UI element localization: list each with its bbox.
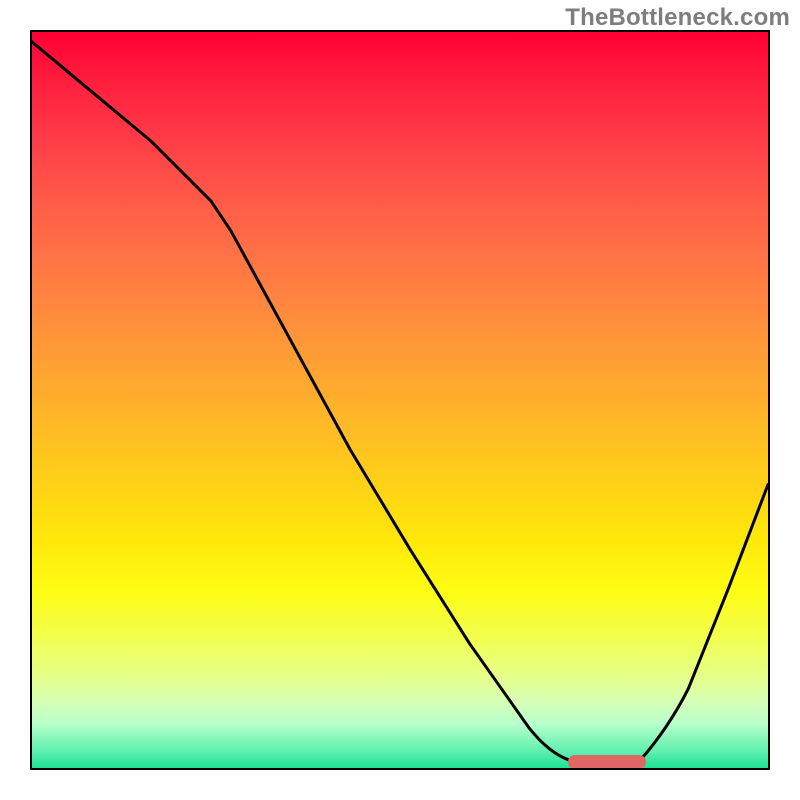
stage: TheBottleneck.com <box>0 0 800 800</box>
curve-path <box>32 42 768 764</box>
optimal-range-marker <box>568 755 646 769</box>
plot-area <box>30 30 770 770</box>
watermark-text: TheBottleneck.com <box>565 4 790 32</box>
bottleneck-curve <box>32 32 768 768</box>
